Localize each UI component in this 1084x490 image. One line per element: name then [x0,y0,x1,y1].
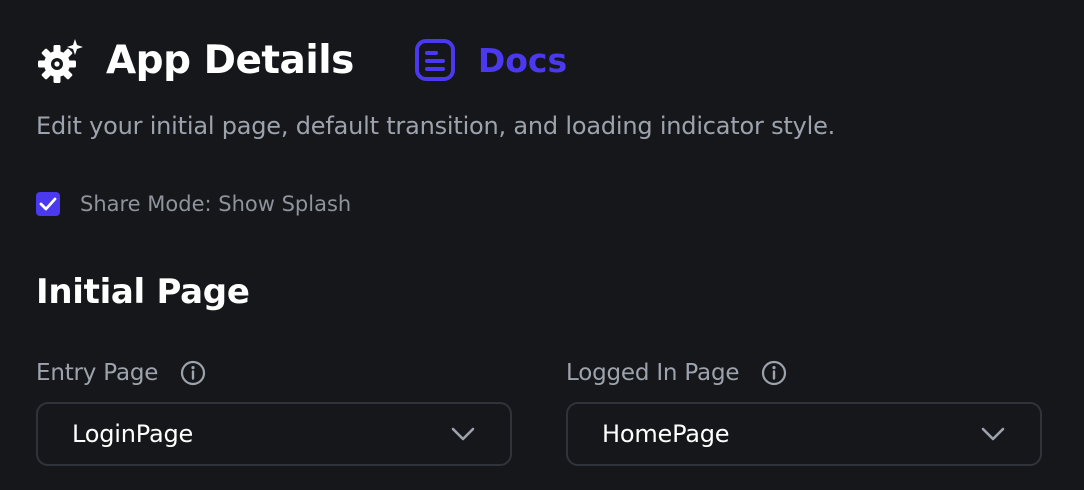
info-icon[interactable] [180,360,206,386]
entry-page-value: LoginPage [72,420,194,448]
header: App Details Docs [36,32,567,88]
docs-link[interactable]: Docs [414,38,567,82]
info-icon[interactable] [761,360,787,386]
share-mode-checkbox[interactable] [36,192,60,216]
checkmark-icon [39,197,57,211]
logged-in-page-field: Logged In Page HomePage [566,356,1046,466]
logged-in-page-value: HomePage [602,420,730,448]
chevron-down-icon [980,426,1006,442]
entry-page-label-row: Entry Page [36,356,516,390]
logged-in-page-label: Logged In Page [566,360,740,386]
entry-page-field: Entry Page LoginPage [36,356,516,466]
gear-sparkle-icon [36,35,86,85]
docs-label: Docs [477,40,568,80]
share-mode-label: Share Mode: Show Splash [80,192,352,216]
logged-in-page-dropdown[interactable]: HomePage [566,402,1042,466]
document-icon [414,38,456,82]
initial-page-heading: Initial Page [36,272,250,312]
entry-page-dropdown[interactable]: LoginPage [36,402,512,466]
page-subtitle: Edit your initial page, default transiti… [36,112,836,140]
share-mode-checkbox-row[interactable]: Share Mode: Show Splash [36,192,351,216]
entry-page-label: Entry Page [36,360,159,386]
logged-in-page-label-row: Logged In Page [566,356,1046,390]
chevron-down-icon [450,426,476,442]
page-title: App Details [106,37,354,83]
app-details-panel: App Details Docs Edit your initial page,… [0,0,1084,490]
